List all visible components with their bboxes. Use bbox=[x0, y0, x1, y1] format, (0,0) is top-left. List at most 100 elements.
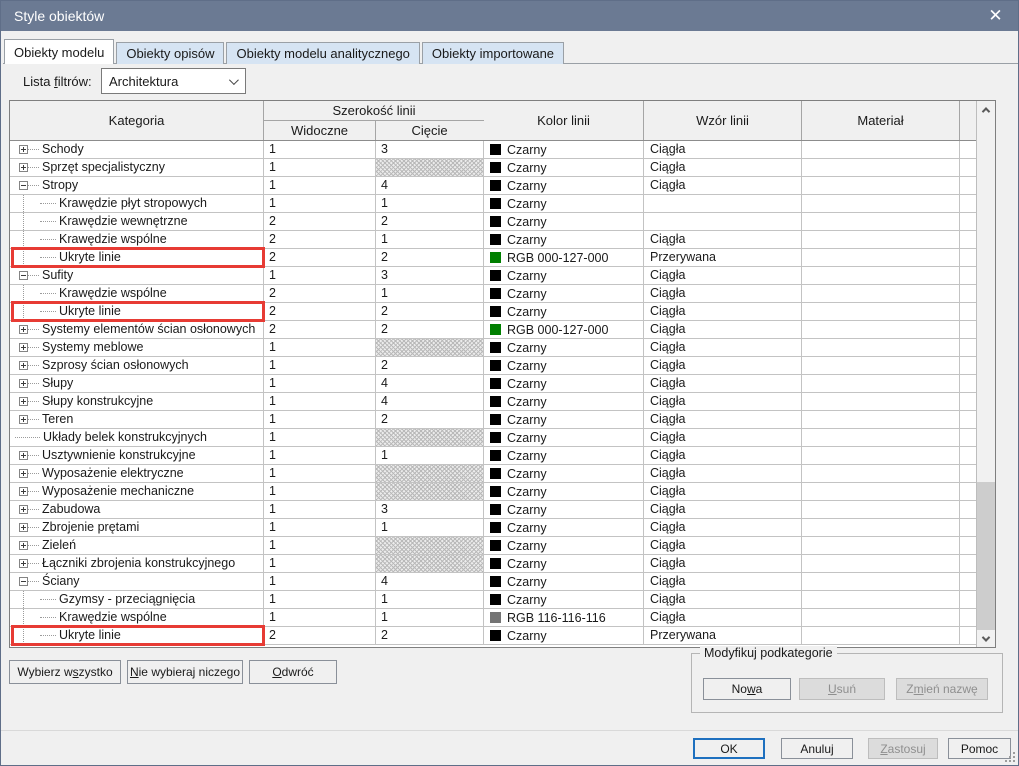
table-row[interactable]: Ukryte linie 2 2 Czarny Ciągła bbox=[10, 303, 976, 321]
select-none-button[interactable]: Nie wybieraj niczego bbox=[127, 660, 243, 684]
cut-width-cell[interactable]: 1 bbox=[376, 195, 484, 213]
line-pattern-cell[interactable]: Ciągła bbox=[644, 555, 802, 573]
category-cell[interactable]: Usztywnienie konstrukcyjne bbox=[10, 447, 264, 465]
line-color-cell[interactable]: Czarny bbox=[484, 537, 644, 555]
material-cell[interactable] bbox=[802, 501, 960, 519]
cut-width-cell[interactable] bbox=[376, 429, 484, 447]
cut-width-cell[interactable]: 1 bbox=[376, 519, 484, 537]
line-pattern-cell[interactable]: Ciągła bbox=[644, 429, 802, 447]
cut-width-cell[interactable]: 3 bbox=[376, 141, 484, 159]
line-pattern-cell[interactable] bbox=[644, 213, 802, 231]
expand-toggle-icon[interactable] bbox=[19, 577, 28, 586]
line-color-cell[interactable]: RGB 000-127-000 bbox=[484, 249, 644, 267]
expand-toggle-icon[interactable] bbox=[19, 451, 28, 460]
line-color-cell[interactable]: RGB 116-116-116 bbox=[484, 609, 644, 627]
line-pattern-cell[interactable]: Ciągła bbox=[644, 285, 802, 303]
table-row[interactable]: Zbrojenie prętami 1 1 Czarny Ciągła bbox=[10, 519, 976, 537]
select-all-button[interactable]: Wybierz wszystko bbox=[9, 660, 121, 684]
new-subcategory-button[interactable]: Nowa bbox=[703, 678, 791, 700]
line-color-cell[interactable]: Czarny bbox=[484, 627, 644, 645]
cut-width-cell[interactable]: 2 bbox=[376, 321, 484, 339]
visible-width-cell[interactable]: 1 bbox=[264, 195, 376, 213]
line-color-cell[interactable]: Czarny bbox=[484, 519, 644, 537]
cut-width-cell[interactable]: 4 bbox=[376, 393, 484, 411]
material-cell[interactable] bbox=[802, 141, 960, 159]
tab-model[interactable]: Obiekty modelu bbox=[4, 39, 114, 64]
invert-selection-button[interactable]: Odwróć bbox=[249, 660, 337, 684]
material-cell[interactable] bbox=[802, 591, 960, 609]
table-row[interactable]: Zabudowa 1 3 Czarny Ciągła bbox=[10, 501, 976, 519]
table-row[interactable]: Łączniki zbrojenia konstrukcyjnego 1 Cza… bbox=[10, 555, 976, 573]
visible-width-cell[interactable]: 1 bbox=[264, 465, 376, 483]
line-color-cell[interactable]: Czarny bbox=[484, 375, 644, 393]
cut-width-cell[interactable] bbox=[376, 465, 484, 483]
category-cell[interactable]: Słupy konstrukcyjne bbox=[10, 393, 264, 411]
line-color-cell[interactable]: Czarny bbox=[484, 303, 644, 321]
table-row[interactable]: Krawędzie wspólne 2 1 Czarny Ciągła bbox=[10, 231, 976, 249]
table-row[interactable]: Ukryte linie 2 2 RGB 000-127-000 Przeryw… bbox=[10, 249, 976, 267]
table-row[interactable]: Schody 1 3 Czarny Ciągła bbox=[10, 141, 976, 159]
material-cell[interactable] bbox=[802, 627, 960, 645]
table-row[interactable]: Ukryte linie 2 2 Czarny Przerywana bbox=[10, 627, 976, 645]
visible-width-cell[interactable]: 2 bbox=[264, 231, 376, 249]
cut-width-cell[interactable] bbox=[376, 159, 484, 177]
category-cell[interactable]: Systemy meblowe bbox=[10, 339, 264, 357]
line-color-cell[interactable]: Czarny bbox=[484, 429, 644, 447]
line-pattern-cell[interactable]: Ciągła bbox=[644, 483, 802, 501]
category-cell[interactable]: Gzymsy - przeciągnięcia bbox=[10, 591, 264, 609]
line-color-cell[interactable]: Czarny bbox=[484, 393, 644, 411]
category-cell[interactable]: Teren bbox=[10, 411, 264, 429]
visible-width-cell[interactable]: 2 bbox=[264, 213, 376, 231]
visible-width-cell[interactable]: 1 bbox=[264, 429, 376, 447]
line-pattern-cell[interactable]: Ciągła bbox=[644, 609, 802, 627]
visible-width-cell[interactable]: 1 bbox=[264, 537, 376, 555]
category-cell[interactable]: Krawędzie płyt stropowych bbox=[10, 195, 264, 213]
visible-width-cell[interactable]: 1 bbox=[264, 357, 376, 375]
line-pattern-cell[interactable]: Ciągła bbox=[644, 465, 802, 483]
table-row[interactable]: Wyposażenie mechaniczne 1 Czarny Ciągła bbox=[10, 483, 976, 501]
line-pattern-cell[interactable]: Ciągła bbox=[644, 519, 802, 537]
table-row[interactable]: Stropy 1 4 Czarny Ciągła bbox=[10, 177, 976, 195]
table-row[interactable]: Układy belek konstrukcyjnych 1 Czarny Ci… bbox=[10, 429, 976, 447]
help-button[interactable]: Pomoc bbox=[948, 738, 1011, 759]
category-cell[interactable]: Krawędzie wspólne bbox=[10, 285, 264, 303]
line-color-cell[interactable]: Czarny bbox=[484, 141, 644, 159]
cut-width-cell[interactable] bbox=[376, 483, 484, 501]
material-cell[interactable] bbox=[802, 465, 960, 483]
material-cell[interactable] bbox=[802, 303, 960, 321]
visible-width-cell[interactable]: 1 bbox=[264, 393, 376, 411]
table-row[interactable]: Systemy meblowe 1 Czarny Ciągła bbox=[10, 339, 976, 357]
expand-toggle-icon[interactable] bbox=[19, 379, 28, 388]
line-pattern-cell[interactable]: Przerywana bbox=[644, 249, 802, 267]
line-pattern-cell[interactable]: Ciągła bbox=[644, 357, 802, 375]
category-cell[interactable]: Zieleń bbox=[10, 537, 264, 555]
table-row[interactable]: Zieleń 1 Czarny Ciągła bbox=[10, 537, 976, 555]
expand-toggle-icon[interactable] bbox=[19, 541, 28, 550]
cut-width-cell[interactable] bbox=[376, 555, 484, 573]
expand-toggle-icon[interactable] bbox=[19, 415, 28, 424]
expand-toggle-icon[interactable] bbox=[19, 181, 28, 190]
expand-toggle-icon[interactable] bbox=[19, 361, 28, 370]
visible-width-cell[interactable]: 2 bbox=[264, 303, 376, 321]
category-cell[interactable]: Wyposażenie elektryczne bbox=[10, 465, 264, 483]
delete-subcategory-button[interactable]: Usuń bbox=[799, 678, 885, 700]
cut-width-cell[interactable]: 1 bbox=[376, 609, 484, 627]
material-cell[interactable] bbox=[802, 177, 960, 195]
tab-importowane[interactable]: Obiekty importowane bbox=[422, 42, 564, 64]
visible-width-cell[interactable]: 2 bbox=[264, 321, 376, 339]
cut-width-cell[interactable] bbox=[376, 537, 484, 555]
material-cell[interactable] bbox=[802, 159, 960, 177]
line-color-cell[interactable]: Czarny bbox=[484, 555, 644, 573]
material-cell[interactable] bbox=[802, 519, 960, 537]
line-pattern-cell[interactable]: Ciągła bbox=[644, 177, 802, 195]
scroll-down-icon[interactable] bbox=[977, 630, 995, 647]
cut-width-cell[interactable]: 2 bbox=[376, 357, 484, 375]
cut-width-cell[interactable]: 2 bbox=[376, 303, 484, 321]
material-cell[interactable] bbox=[802, 321, 960, 339]
material-cell[interactable] bbox=[802, 411, 960, 429]
cut-width-cell[interactable]: 3 bbox=[376, 267, 484, 285]
expand-toggle-icon[interactable] bbox=[19, 523, 28, 532]
visible-width-cell[interactable]: 1 bbox=[264, 519, 376, 537]
filter-list-dropdown[interactable]: Architektura bbox=[101, 68, 246, 94]
category-cell[interactable]: Systemy elementów ścian osłonowych bbox=[10, 321, 264, 339]
